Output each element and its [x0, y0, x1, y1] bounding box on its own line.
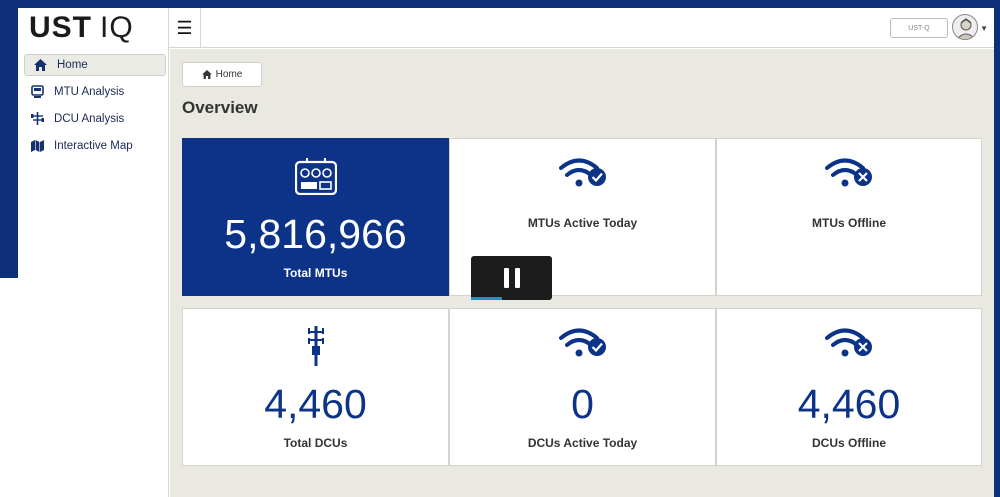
wifi-x-icon	[717, 327, 981, 359]
video-progress-bar	[471, 297, 502, 300]
card-dcus-active-today[interactable]: 0 DCUs Active Today	[449, 308, 716, 466]
main-content: Home Overview 5,816,966 Total MTUs MTUs …	[170, 49, 994, 497]
sidebar-item-mtu-analysis[interactable]: MTU Analysis	[22, 78, 168, 105]
window-frame-left	[0, 0, 18, 278]
card-dcus-offline[interactable]: 4,460 DCUs Offline	[716, 308, 982, 466]
hamburger-menu-button[interactable]: ☰	[169, 8, 201, 48]
card-value: 4,460	[797, 381, 901, 427]
logo-text-iq: IQ	[100, 11, 134, 44]
card-label: MTUs Active Today	[527, 216, 638, 230]
hamburger-icon: ☰	[176, 17, 193, 38]
home-icon	[33, 58, 47, 72]
wifi-x-icon	[717, 157, 981, 189]
app-logo[interactable]: UST IQ	[22, 8, 169, 48]
breadcrumb-label: Home	[215, 69, 243, 80]
video-pause-button[interactable]	[471, 256, 552, 300]
card-label: DCUs Active Today	[527, 436, 638, 450]
card-total-mtus[interactable]: 5,816,966 Total MTUs	[182, 138, 449, 296]
wifi-check-icon	[450, 157, 715, 189]
card-total-dcus[interactable]: 4,460 Total DCUs	[182, 308, 449, 466]
wifi-check-icon	[450, 327, 715, 359]
logo-text-ust: UST	[29, 11, 92, 44]
map-icon	[30, 139, 44, 153]
avatar-icon[interactable]	[952, 14, 978, 40]
user-name-button[interactable]: UST-Q	[890, 18, 948, 38]
caret-down-icon[interactable]: ▼	[980, 24, 988, 33]
card-label: Total MTUs	[283, 266, 348, 280]
overview-grid: 5,816,966 Total MTUs MTUs Active Today M…	[182, 138, 982, 466]
card-value: 4,460	[264, 381, 367, 427]
card-value: 5,816,966	[224, 211, 407, 257]
sidebar-item-interactive-map[interactable]: Interactive Map	[22, 132, 168, 159]
page-title: Overview	[182, 98, 258, 117]
top-bar: ☰ UST-Q ▼	[169, 8, 994, 48]
card-value: 0	[571, 381, 594, 427]
window-frame-top	[0, 0, 1000, 8]
sidebar-item-label: Interactive Map	[54, 139, 133, 152]
sidebar-item-dcu-analysis[interactable]: DCU Analysis	[22, 105, 168, 132]
meter-icon	[30, 85, 44, 99]
card-label: DCUs Offline	[811, 436, 886, 450]
sidebar: Home MTU Analysis DCU Analysis Interacti…	[22, 48, 169, 497]
card-label: MTUs Offline	[812, 216, 886, 230]
network-icon	[30, 112, 44, 126]
pause-icon-bar-right	[514, 268, 520, 288]
sidebar-item-label: Home	[57, 59, 88, 71]
sidebar-item-home[interactable]: Home	[24, 54, 166, 76]
sidebar-item-label: DCU Analysis	[54, 112, 125, 125]
breadcrumb-home-button[interactable]: Home	[182, 62, 262, 87]
window-frame-right	[994, 0, 1000, 497]
tower-icon	[183, 324, 448, 366]
home-icon	[201, 70, 212, 79]
card-mtus-offline[interactable]: MTUs Offline	[716, 138, 982, 296]
card-label: Total DCUs	[283, 436, 348, 450]
sidebar-item-label: MTU Analysis	[54, 85, 125, 98]
pause-icon-bar-left	[503, 268, 509, 288]
meter-device-icon	[183, 157, 448, 195]
